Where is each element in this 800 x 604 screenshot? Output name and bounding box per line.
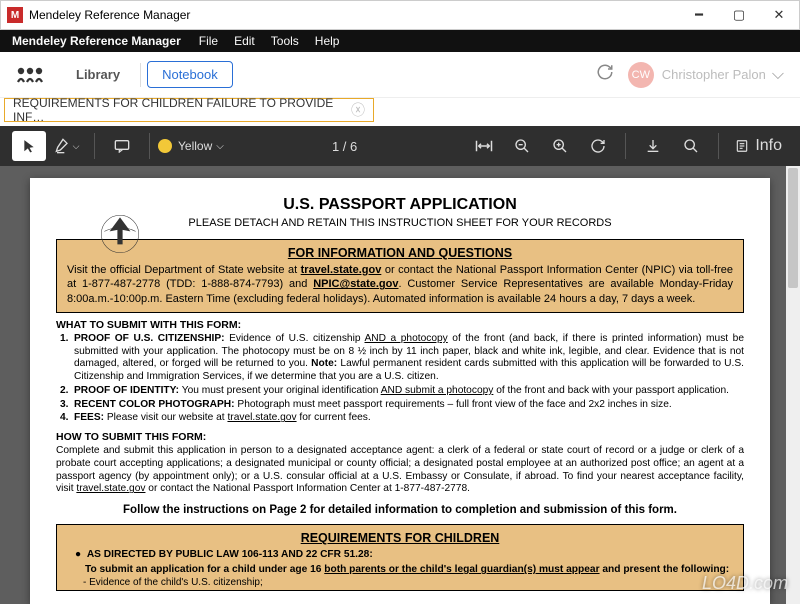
info-button[interactable]: Info [729, 131, 788, 161]
maximize-button[interactable]: ▢ [719, 1, 759, 30]
window-titlebar: M Mendeley Reference Manager ━ ▢ ✕ [0, 0, 800, 30]
app-header: Library Notebook CW Christopher Palon ⌵ [0, 52, 800, 98]
follow-instructions-line: Follow the instructions on Page 2 for de… [56, 504, 744, 516]
pdf-toolbar: ⌵ Yellow ⌵ 1 / 6 Info [0, 126, 800, 166]
user-name: Christopher Palon [662, 67, 766, 82]
doc-subtitle: PLEASE DETACH AND RETAIN THIS INSTRUCTIO… [56, 217, 744, 229]
mendeley-logo-icon [16, 67, 44, 83]
window-title: Mendeley Reference Manager [29, 8, 679, 22]
select-tool-icon[interactable] [12, 131, 46, 161]
doc-title: U.S. PASSPORT APPLICATION [56, 196, 744, 214]
download-icon[interactable] [636, 131, 670, 161]
what-submit-heading: WHAT TO SUBMIT WITH THIS FORM: [56, 319, 744, 331]
what-submit-list: 1.PROOF OF U.S. CITIZENSHIP: Evidence of… [60, 333, 744, 425]
notebook-button[interactable]: Notebook [147, 61, 233, 88]
children-evidence: - Evidence of the child's U.S. citizensh… [83, 577, 733, 588]
rotate-icon[interactable] [581, 131, 615, 161]
children-box: REQUIREMENTS FOR CHILDREN ● AS DIRECTED … [56, 524, 744, 591]
how-submit-heading: HOW TO SUBMIT THIS FORM: [56, 431, 744, 443]
document-tab-label: REQUIREMENTS FOR CHILDREN FAILURE TO PRO… [13, 96, 343, 124]
tab-close-icon[interactable]: ⓧ [351, 100, 365, 120]
pdf-viewer[interactable]: U.S. PASSPORT APPLICATION PLEASE DETACH … [0, 166, 800, 604]
highlight-tool-icon[interactable]: ⌵ [50, 131, 84, 161]
children-bullet: ● AS DIRECTED BY PUBLIC LAW 106-113 AND … [75, 549, 733, 560]
info-box-heading: FOR INFORMATION AND QUESTIONS [67, 246, 733, 260]
chevron-down-icon[interactable]: ⌵ [216, 141, 224, 152]
highlight-color-chip[interactable] [158, 139, 172, 153]
avatar[interactable]: CW [628, 62, 654, 88]
children-sub: To submit an application for a child und… [85, 564, 733, 575]
pdf-page: U.S. PASSPORT APPLICATION PLEASE DETACH … [30, 178, 770, 604]
zoom-out-icon[interactable] [505, 131, 539, 161]
menubar: Mendeley Reference Manager File Edit Too… [0, 30, 800, 52]
document-tab[interactable]: REQUIREMENTS FOR CHILDREN FAILURE TO PRO… [4, 98, 374, 122]
zoom-in-icon[interactable] [543, 131, 577, 161]
highlight-color-label[interactable]: Yellow [178, 139, 212, 153]
chevron-down-icon[interactable]: ⌵ [772, 66, 784, 84]
fit-width-icon[interactable] [467, 131, 501, 161]
info-box-body: Visit the official Department of State w… [67, 263, 733, 306]
menu-help[interactable]: Help [307, 30, 348, 52]
menu-tools[interactable]: Tools [263, 30, 307, 52]
info-box: FOR INFORMATION AND QUESTIONS Visit the … [56, 239, 744, 313]
sync-icon[interactable] [596, 63, 614, 86]
app-icon: M [7, 7, 23, 23]
children-box-heading: REQUIREMENTS FOR CHILDREN [67, 531, 733, 545]
minimize-button[interactable]: ━ [679, 1, 719, 30]
document-tabbar: REQUIREMENTS FOR CHILDREN FAILURE TO PRO… [0, 98, 800, 126]
us-seal-icon [94, 208, 146, 263]
page-indicator: 1 / 6 [332, 139, 357, 154]
library-link[interactable]: Library [62, 67, 134, 82]
comment-tool-icon[interactable] [105, 131, 139, 161]
menu-edit[interactable]: Edit [226, 30, 263, 52]
scrollbar-thumb[interactable] [788, 168, 798, 288]
menu-file[interactable]: File [191, 30, 226, 52]
how-submit-para: Complete and submit this application in … [56, 445, 744, 496]
header-divider [140, 63, 141, 87]
menubar-app-name: Mendeley Reference Manager [4, 30, 191, 52]
close-button[interactable]: ✕ [759, 1, 799, 30]
info-label: Info [755, 137, 782, 155]
search-icon[interactable] [674, 131, 708, 161]
scrollbar[interactable] [786, 166, 800, 604]
